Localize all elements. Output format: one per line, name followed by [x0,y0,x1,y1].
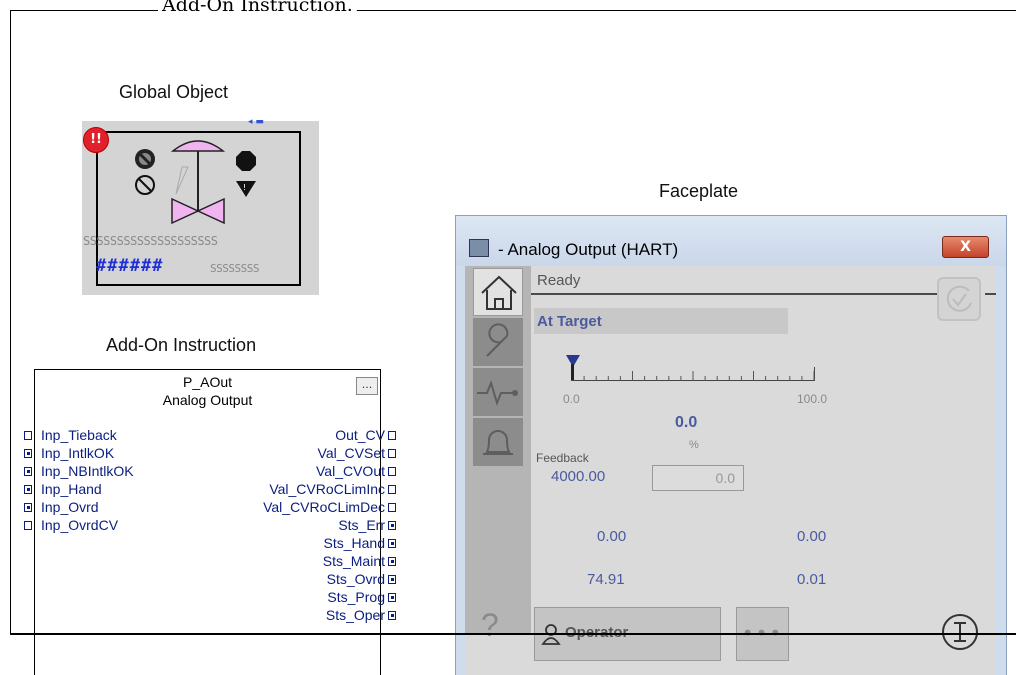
input-pin-label: Inp_IntlkOK [41,445,115,461]
cv-units: % [689,439,699,451]
output-pin-label: Val_CVRoCLimDec [263,499,385,515]
output-pin-label: Sts_Maint [322,553,385,569]
home-icon [481,275,517,310]
state-text: Ready [537,272,581,289]
output-pin-label: Sts_Hand [323,535,385,551]
scale-max: 100.0 [797,392,828,406]
input-pin-label: Inp_Tieback [41,427,117,443]
row2-left-value: 74.91 [587,571,625,588]
output-pin-connector[interactable] [388,431,396,440]
output-pin-label: Out_CV [335,427,385,443]
global-object-value-placeholder: ###### [96,256,164,276]
input-pin-connector[interactable] [24,449,32,458]
page-caption: Add-On Instruction. [158,0,357,11]
aoi-name: P_AOut [182,374,233,390]
input-pin-label: Inp_OvrdCV [41,517,119,533]
svg-text:!: ! [243,183,246,192]
global-object-text-row-top: SSSSSSSSSSSSSSSSSSSS [83,234,218,248]
output-pin-label: Val_CVSet [317,445,385,461]
global-object-blue-mark: ◂ ▬ [248,117,264,127]
output-pin-connector[interactable] [388,449,396,458]
output-pin-label: Val_CVOut [316,463,385,479]
tab-home[interactable] [473,268,523,316]
app-icon [469,239,489,257]
aoi-menu-button[interactable]: ... [356,377,378,395]
cv-entry-field[interactable]: 0.0 [652,465,744,491]
output-pin-label: Sts_Ovrd [326,571,385,587]
close-button[interactable]: X [942,236,989,258]
output-pin-label: Sts_Prog [327,589,385,605]
output-pin-connector[interactable] [388,485,396,494]
output-pin-connector[interactable] [388,611,396,620]
info-icon[interactable] [940,612,980,652]
input-pin-connector[interactable] [24,485,32,494]
input-pin-label: Inp_Hand [41,481,102,497]
output-pin-connector[interactable] [388,503,396,512]
output-pin-connector[interactable] [388,521,396,530]
faceplate-label: Faceplate [659,181,739,201]
help-button[interactable]: ? [481,607,499,644]
aoi-description: Analog Output [162,392,253,408]
global-object-label: Global Object [119,82,229,102]
input-pin-connector[interactable] [24,503,32,512]
output-pin-connector[interactable] [388,539,396,548]
feedback-label: Feedback [536,451,589,465]
tab-trends[interactable] [473,368,523,416]
output-pin-connector[interactable] [388,557,396,566]
frame-bottom-border [10,633,1016,635]
cv-value: 0.0 [675,414,698,431]
tab-alarms[interactable] [473,418,523,466]
frame-left-border [10,10,11,634]
output-pin-label: Val_CVRoCLimInc [269,481,385,497]
scale-min: 0.0 [563,392,580,406]
output-pin-connector[interactable] [388,593,396,602]
output-pin-label: Sts_Oper [325,607,385,623]
output-pin-connector[interactable] [388,467,396,476]
output-pin-connector[interactable] [388,575,396,584]
faceplate-title: - Analog Output (HART) [498,240,679,259]
trend-icon [477,379,518,407]
reset-button[interactable] [937,277,981,321]
add-on-instruction-label: Add-On Instruction [106,335,257,355]
wrench-icon [486,323,509,357]
row2-right-value: 0.01 [797,571,827,588]
input-pin-connector[interactable] [24,431,32,440]
alarm-badge-icon: !! [83,127,109,153]
input-pin-label: Inp_Ovrd [41,499,99,515]
global-object-text-row-bottom: SSSSSSSS [210,262,259,275]
header-separator-right [985,293,996,295]
status-text: At Target [537,313,602,330]
cv-pointer-stem [571,364,574,380]
output-pin-label: Sts_Err [338,517,385,533]
bell-icon [483,430,513,455]
tab-maintenance[interactable] [473,318,523,366]
header-separator [531,293,981,295]
cv-scale-ticks [571,371,815,381]
input-pin-label: Inp_NBIntlkOK [41,463,134,479]
feedback-value: 4000.00 [551,468,606,485]
input-pin-connector[interactable] [24,467,32,476]
row1-right-value: 0.00 [797,528,827,545]
row1-left-value: 0.00 [597,528,627,545]
input-pin-connector[interactable] [24,521,32,530]
valve-symbol-icon: ! [135,140,256,225]
refresh-check-icon [946,285,972,312]
